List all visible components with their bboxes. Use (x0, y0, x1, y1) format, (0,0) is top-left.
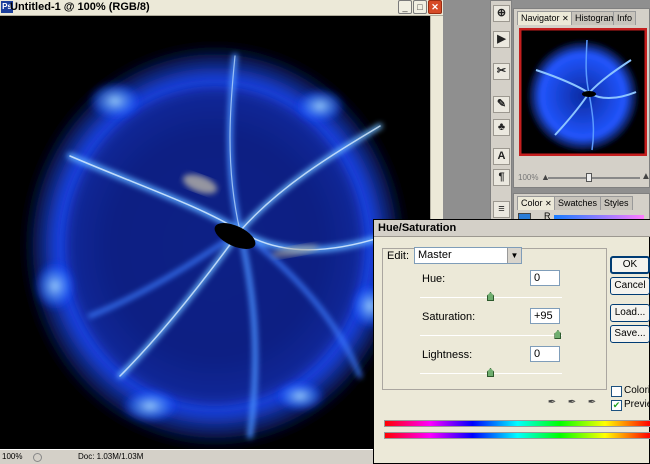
stamp-tool-icon[interactable]: ♣ (493, 119, 510, 136)
status-info-icon[interactable] (33, 453, 42, 462)
preview-checkbox[interactable]: ✔ (611, 400, 622, 411)
tab-styles[interactable]: Styles (600, 196, 633, 210)
eyedropper-plus-icon[interactable]: ✒ (566, 397, 578, 409)
edit-channel-select[interactable]: Master ▼ (414, 247, 522, 264)
output-spectrum-bar (384, 432, 650, 439)
tab-navigator-label: Navigator (521, 13, 560, 23)
notes-tool-icon[interactable]: ≡ (493, 201, 510, 218)
save-button[interactable]: Save... (610, 325, 650, 343)
document-title: Untitled-1 @ 100% (RGB/8) (10, 1, 150, 13)
lightness-label: Lightness: (422, 349, 473, 361)
lightness-input[interactable]: 0 (530, 346, 560, 362)
input-spectrum-bar (384, 420, 650, 427)
navigator-zoom-value[interactable]: 100% (518, 173, 538, 182)
adjustment-group (382, 248, 607, 390)
edit-label: Edit: (387, 250, 410, 262)
saturation-label: Saturation: (422, 311, 476, 323)
zoom-readout[interactable]: 100% (2, 452, 22, 461)
hue-saturation-dialog: Hue/Saturation Edit: Master ▼ Hue: 0 Sat… (373, 219, 650, 464)
zoom-in-icon[interactable]: ▲ (641, 171, 650, 182)
screen-mode-icon[interactable]: ▶ (493, 31, 510, 48)
tab-color-label: Color (521, 198, 543, 208)
hue-label: Hue: (422, 273, 446, 285)
tab-navigator[interactable]: Navigator ✕ (517, 11, 573, 25)
load-button[interactable]: Load... (610, 304, 650, 322)
crop-tool-icon[interactable]: ✂ (493, 63, 510, 80)
navigator-panel: Navigator ✕ Histogram Info 100% ▲ ▲ (513, 8, 650, 188)
close-tab-icon[interactable]: ✕ (545, 199, 552, 208)
doc-size-readout: Doc: 1.03M/1.03M (78, 452, 144, 461)
colorize-label: Colorize (624, 385, 650, 396)
cancel-button[interactable]: Cancel (610, 277, 650, 295)
dialog-title[interactable]: Hue/Saturation (374, 220, 650, 237)
navigator-zoom-slider[interactable] (548, 177, 640, 179)
saturation-slider-track[interactable] (420, 335, 562, 336)
move-tool-icon[interactable]: ⊕ (493, 5, 510, 22)
tab-info[interactable]: Info (613, 11, 637, 25)
navigator-thumbnail[interactable] (519, 28, 647, 156)
tab-color[interactable]: Color ✕ (517, 196, 556, 210)
saturation-input[interactable]: +95 (530, 308, 560, 324)
edit-channel-value: Master (418, 249, 452, 261)
minimize-button[interactable]: _ (398, 0, 412, 14)
tab-swatches[interactable]: Swatches (554, 196, 602, 210)
preview-label: Preview (624, 399, 650, 410)
close-tab-icon[interactable]: ✕ (562, 14, 569, 23)
type-tool-icon[interactable]: A (493, 148, 510, 165)
brush-tool-icon[interactable]: ✎ (493, 96, 510, 113)
eyedropper-icon[interactable]: ✒ (546, 397, 558, 409)
navigator-preview-image (521, 30, 645, 154)
chevron-down-icon[interactable]: ▼ (507, 248, 521, 263)
tool-strip: ⊕ ▶ ✂ ✎ ♣ A ¶ ≡ (490, 0, 512, 224)
close-button[interactable]: ✕ (428, 0, 442, 14)
colorize-checkbox[interactable] (611, 386, 622, 397)
eyedropper-minus-icon[interactable]: ✒ (586, 397, 598, 409)
ok-button[interactable]: OK (610, 256, 650, 274)
navigator-zoom-handle[interactable] (586, 173, 592, 182)
hue-input[interactable]: 0 (530, 270, 560, 286)
document-titlebar[interactable]: Ps Untitled-1 @ 100% (RGB/8) _ □ ✕ (0, 0, 443, 16)
paragraph-icon[interactable]: ¶ (493, 169, 510, 186)
maximize-button[interactable]: □ (413, 0, 427, 14)
